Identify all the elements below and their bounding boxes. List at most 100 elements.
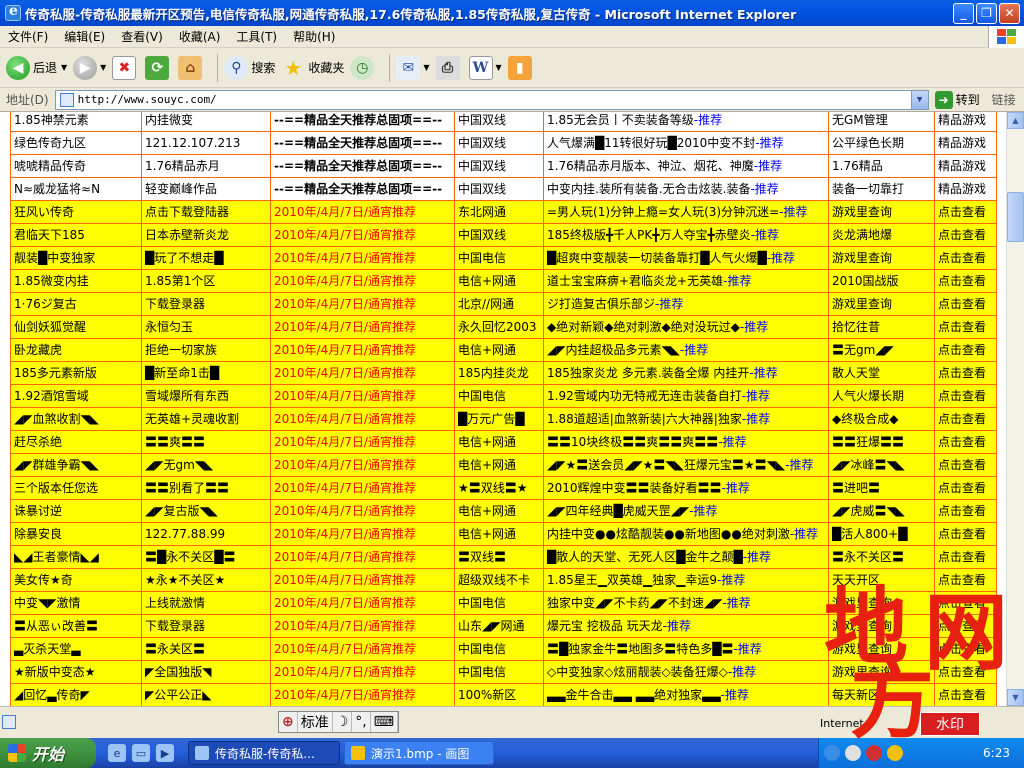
search-button[interactable]: ⚲ 搜索: [224, 55, 275, 80]
cell-description[interactable]: 1.85星王▁双英雄▁独家▁幸运9-推荐: [543, 568, 829, 592]
menu-help[interactable]: 帮助(H): [285, 28, 343, 45]
edit-dropdown-icon[interactable]: ▼: [496, 63, 502, 72]
cell-intro[interactable]: 〓█永不关区█〓: [141, 545, 271, 569]
cell-intro[interactable]: 〓永关区〓: [141, 637, 271, 661]
scroll-down-icon[interactable]: ▼: [1007, 689, 1024, 706]
restore-button[interactable]: ❐: [976, 2, 997, 24]
cell-intro[interactable]: 下载登录器: [141, 292, 271, 316]
cell-view-link[interactable]: 点击查看: [934, 614, 997, 638]
cell-intro[interactable]: 无英雄+灵魂收割: [141, 407, 271, 431]
cell-description[interactable]: █超爽中变靓装一切装备靠打█人气火爆█-推荐: [543, 246, 829, 270]
menu-favorites[interactable]: 收藏(A): [171, 28, 229, 45]
cell-intro[interactable]: 上线就激情: [141, 591, 271, 615]
address-input[interactable]: http://www.souyc.com/ ▼: [54, 89, 929, 110]
cell-intro[interactable]: ◤公平公正◣: [141, 683, 271, 706]
go-button[interactable]: ➜ 转到: [934, 90, 980, 109]
cell-intro[interactable]: █玩了不想走█: [141, 246, 271, 270]
cell-server-name[interactable]: 除暴安良: [10, 522, 142, 546]
ie-quicklaunch-icon[interactable]: e: [108, 744, 126, 762]
menu-view[interactable]: 查看(V): [113, 28, 171, 45]
home-button[interactable]: ⌂: [178, 55, 205, 80]
cell-server-name[interactable]: ◣◢王者豪情◣◢: [10, 545, 142, 569]
cell-view-link[interactable]: 点击查看: [934, 315, 997, 339]
cell-server-name[interactable]: ◢回忆▃传奇◤: [10, 683, 142, 706]
cell-view-link[interactable]: 点击查看: [934, 660, 997, 684]
cell-description[interactable]: ◢◤内挂超极品多元素◥◣-推荐: [543, 338, 829, 362]
cell-view-link[interactable]: 点击查看: [934, 453, 997, 477]
minimize-button[interactable]: _: [953, 2, 974, 24]
cell-server-name[interactable]: 靓装█中变独家: [10, 246, 142, 270]
stop-button[interactable]: ✖: [112, 55, 139, 80]
print-button[interactable]: ⎙: [435, 55, 463, 80]
cell-description[interactable]: ジ打造复古俱乐部ジ-推荐: [543, 292, 829, 316]
cell-view-link[interactable]: 点击查看: [934, 361, 997, 385]
cell-description[interactable]: =男人玩(1)分钟上瘾=女人玩(3)分钟沉迷=-推荐: [543, 200, 829, 224]
cell-view-link[interactable]: 点击查看: [934, 568, 997, 592]
cell-server-name[interactable]: 卧龙藏虎: [10, 338, 142, 362]
cell-intro[interactable]: ◢◤复古版◥◣: [141, 499, 271, 523]
cell-view-link[interactable]: 点击查看: [934, 476, 997, 500]
cell-description[interactable]: 1.88道超适|血煞新装|六大神器|独家-推荐: [543, 407, 829, 431]
cell-server-name[interactable]: ◢◤群雄争霸◥◣: [10, 453, 142, 477]
cell-server-name[interactable]: 唬唬精品传奇: [10, 154, 142, 178]
cell-intro[interactable]: 1.76精品赤月: [141, 154, 271, 178]
ime-toolbar[interactable]: ⊕ 标准 ☽ °, ⌨: [278, 711, 399, 733]
cell-intro[interactable]: 日本赤壁新炎龙: [141, 223, 271, 247]
cell-intro[interactable]: 1.85第1个区: [141, 269, 271, 293]
window-titlebar[interactable]: 传奇私服-传奇私服最新开区预告,电信传奇私服,网通传奇私服,17.6传奇私服,1…: [0, 0, 1024, 26]
cell-intro[interactable]: 122.77.88.99: [141, 522, 271, 546]
cell-server-name[interactable]: ◢◤血煞收割◥◣: [10, 407, 142, 431]
cell-intro[interactable]: 轻变巅峰作品: [141, 177, 271, 201]
mail-button[interactable]: ✉ ▼: [396, 55, 430, 80]
cell-view-link[interactable]: 点击查看: [934, 637, 997, 661]
cell-description[interactable]: 道士宝宝麻痹+君临炎龙+无英雄-推荐: [543, 269, 829, 293]
cell-description[interactable]: 独家中变◢◤不卡药◢◤不封速◢◤-推荐: [543, 591, 829, 615]
cell-server-name[interactable]: 诛暴讨逆: [10, 499, 142, 523]
cell-server-name[interactable]: ★新版中变态★: [10, 660, 142, 684]
forward-dropdown-icon[interactable]: ▼: [100, 63, 106, 72]
cell-server-name[interactable]: 中变◥◤激情: [10, 591, 142, 615]
favorites-button[interactable]: ★ 收藏夹: [281, 56, 344, 80]
cell-description[interactable]: ◆绝对新颖◆绝对刺激◆绝对没玩过◆-推荐: [543, 315, 829, 339]
cell-view-link[interactable]: 点击查看: [934, 384, 997, 408]
cell-server-name[interactable]: 三个版本任您选: [10, 476, 142, 500]
cell-view-link[interactable]: 点击查看: [934, 591, 997, 615]
cell-view-link[interactable]: 点击查看: [934, 499, 997, 523]
cell-view-link[interactable]: 点击查看: [934, 683, 997, 706]
cell-intro[interactable]: 〓〓别看了〓〓: [141, 476, 271, 500]
ime-halfwidth-icon[interactable]: ☽: [333, 712, 353, 732]
cell-description[interactable]: 中变内挂.装所有装备.无合击炫装.装备-推荐: [543, 177, 829, 201]
cell-view-link[interactable]: 点击查看: [934, 545, 997, 569]
cell-intro[interactable]: 〓〓爽〓〓: [141, 430, 271, 454]
cell-description[interactable]: 〓〓10块终极〓〓爽〓〓爽〓〓-推荐: [543, 430, 829, 454]
cell-server-name[interactable]: 绿色传奇九区: [10, 131, 142, 155]
cell-description[interactable]: 1.85无会员丨不卖装备等级-推荐: [543, 112, 829, 132]
cell-intro[interactable]: 点击下载登陆器: [141, 200, 271, 224]
cell-view-link[interactable]: 点击查看: [934, 522, 997, 546]
links-toolbar[interactable]: 链接: [992, 91, 1016, 108]
ime-keyboard-icon[interactable]: ⌨: [371, 712, 398, 732]
cell-description[interactable]: 〓█独家金牛〓地图多〓特色多█〓-推荐: [543, 637, 829, 661]
cell-description[interactable]: ◢◤四年经典█虎威天罡◢◤-推荐: [543, 499, 829, 523]
cell-server-name[interactable]: 赶尽杀绝: [10, 430, 142, 454]
cell-view-link[interactable]: 点击查看: [934, 292, 997, 316]
menu-edit[interactable]: 编辑(E): [56, 28, 113, 45]
cell-description[interactable]: 1.92雪域内功无特戒无连击装备自打-推荐: [543, 384, 829, 408]
address-dropdown-icon[interactable]: ▼: [910, 90, 928, 109]
task-paint-window[interactable]: 演示1.bmp - 画图: [344, 741, 494, 765]
cell-view-link[interactable]: 精品游戏: [934, 177, 997, 201]
cell-view-link[interactable]: 精品游戏: [934, 131, 997, 155]
cell-intro[interactable]: 内挂微变: [141, 112, 271, 132]
cell-view-link[interactable]: 点击查看: [934, 223, 997, 247]
media-quicklaunch-icon[interactable]: ▶: [156, 744, 174, 762]
cell-server-name[interactable]: 仙剑妖狐觉醒: [10, 315, 142, 339]
cell-description[interactable]: 1.76精品赤月版本、神泣、烟花、神魔-推荐: [543, 154, 829, 178]
start-button[interactable]: 开始: [0, 738, 96, 768]
cell-intro[interactable]: 下载登录器: [141, 614, 271, 638]
security-tray-icon[interactable]: [866, 745, 882, 761]
cell-view-link[interactable]: 精品游戏: [934, 112, 997, 132]
cell-description[interactable]: 2010辉煌中变〓〓装备好看〓〓-推荐: [543, 476, 829, 500]
back-dropdown-icon[interactable]: ▼: [61, 63, 67, 72]
cell-intro[interactable]: ◤全国独版◥: [141, 660, 271, 684]
cell-server-name[interactable]: 1.85神禁元素: [10, 112, 142, 132]
